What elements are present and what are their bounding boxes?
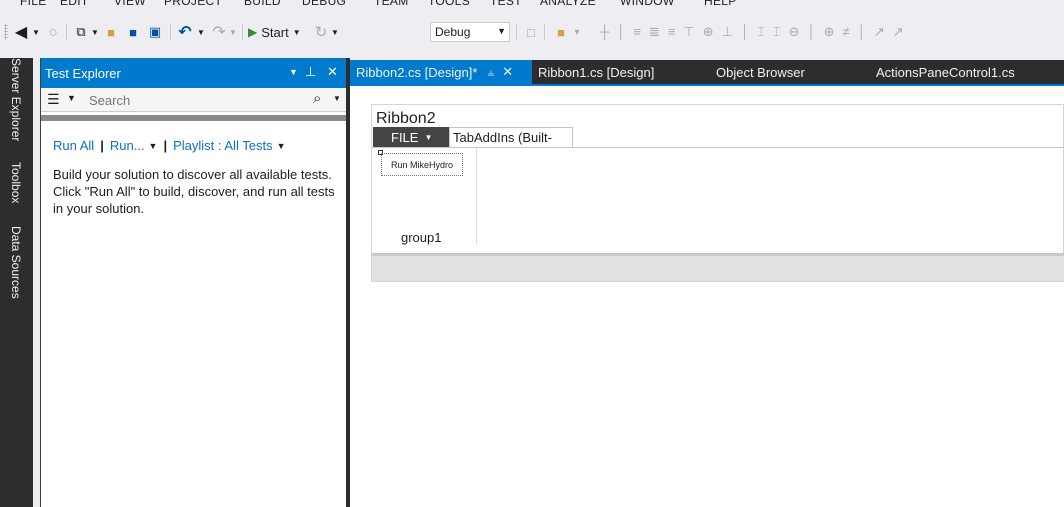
undo-icon[interactable]: ↶ bbox=[176, 22, 194, 42]
group-by-dropdown-icon[interactable]: ▼ bbox=[67, 93, 76, 103]
new-dropdown-icon[interactable]: ▼ bbox=[90, 22, 100, 42]
run-mikehydro-button[interactable]: Run MikeHydro bbox=[381, 153, 463, 176]
menu-view[interactable]: VIEW bbox=[114, 0, 146, 8]
tab-label: ActionsPaneControl1.cs bbox=[876, 64, 1015, 80]
standard-toolbar: ◀ ▼ ○ ⧉ ▼ ■ ■ ▣ ↶ ▼ ↷ ▼ ▶ Start ▼ ↻ ▼ De… bbox=[0, 12, 1064, 50]
test-explorer-title: Test Explorer bbox=[45, 65, 121, 81]
chevron-down-icon: ▼ bbox=[497, 26, 506, 36]
document-tab-strip: Ribbon2.cs [Design]* ⫨ ✕ Ribbon1.cs [Des… bbox=[350, 60, 1064, 84]
menu-project[interactable]: PROJECT bbox=[164, 0, 222, 8]
ribbon-file-tab[interactable]: FILE ▼ bbox=[373, 127, 449, 147]
menu-help[interactable]: HELP bbox=[704, 0, 737, 8]
overflow-icon[interactable]: ▾ bbox=[572, 22, 582, 42]
tab-object-browser[interactable]: Object Browser bbox=[716, 60, 826, 84]
menu-test[interactable]: TEST bbox=[490, 0, 522, 8]
search-input[interactable] bbox=[89, 92, 303, 108]
group-by-icon[interactable]: ☰ bbox=[47, 91, 60, 108]
tab-actions-pane-control[interactable]: ActionsPaneControl1.cs bbox=[876, 60, 1026, 84]
tab-ribbon1-design[interactable]: Ribbon1.cs [Design] bbox=[538, 60, 688, 84]
start-dropdown-icon: ▼ bbox=[292, 27, 301, 37]
menu-file[interactable]: FILE bbox=[20, 0, 47, 8]
tab-toolbox[interactable]: Toolbox bbox=[9, 162, 23, 203]
configuration-select[interactable]: Debug ▼ bbox=[430, 22, 510, 42]
menu-tools[interactable]: TOOLS bbox=[428, 0, 470, 8]
test-search-bar: ☰ ▼ ⌕ ▼ bbox=[41, 88, 347, 112]
menu-edit[interactable]: EDIT bbox=[60, 0, 89, 8]
test-explorer-titlebar[interactable]: Test Explorer ▼ ⊥ ✕ bbox=[41, 58, 347, 88]
playlist-dropdown-icon[interactable]: ▼ bbox=[277, 141, 286, 151]
back-dropdown-icon[interactable]: ▼ bbox=[30, 22, 42, 42]
redo-dropdown-icon[interactable]: ▼ bbox=[228, 22, 238, 42]
pin-icon[interactable]: ⊥ bbox=[305, 64, 316, 80]
tab-label: Ribbon2.cs [Design]* bbox=[356, 64, 478, 80]
menu-window[interactable]: WINDOW bbox=[620, 0, 674, 8]
ribbon-tab-addins[interactable]: TabAddIns (Built- bbox=[449, 127, 573, 147]
test-explorer-panel: Test Explorer ▼ ⊥ ✕ ☰ ▼ ⌕ ▼ Run All | Ru… bbox=[40, 58, 347, 507]
divider: | bbox=[100, 138, 104, 153]
tab-label: Object Browser bbox=[716, 64, 805, 80]
search-options-dropdown-icon[interactable]: ▼ bbox=[333, 94, 341, 103]
attach-icon[interactable]: ↻ bbox=[312, 22, 330, 42]
window-icon[interactable]: □ bbox=[522, 22, 540, 42]
new-project-icon[interactable]: ⧉ bbox=[72, 22, 90, 42]
start-button[interactable]: ▶ Start ▼ bbox=[248, 22, 312, 42]
menu-team[interactable]: TEAM bbox=[374, 0, 409, 8]
find-icon[interactable]: ■ bbox=[552, 22, 570, 42]
tab-data-sources[interactable]: Data Sources bbox=[9, 226, 23, 299]
save-all-icon[interactable]: ▣ bbox=[146, 22, 164, 42]
run-link[interactable]: Run... bbox=[110, 138, 145, 153]
start-label: Start bbox=[261, 24, 289, 40]
group-separator bbox=[476, 148, 477, 244]
run-dropdown-icon[interactable]: ▼ bbox=[149, 141, 158, 151]
forward-icon[interactable]: ○ bbox=[44, 22, 62, 42]
tab-ribbon2-design[interactable]: Ribbon2.cs [Design]* ⫨ ✕ bbox=[350, 60, 532, 84]
menu-build[interactable]: BUILD bbox=[244, 0, 281, 8]
menu-bar: FILE EDIT VIEW PROJECT BUILD DEBUG TEAM … bbox=[0, 0, 1064, 12]
configuration-value: Debug bbox=[435, 25, 471, 39]
ribbon-title: Ribbon2 bbox=[376, 110, 436, 127]
pin-icon[interactable]: ⫨ bbox=[487, 65, 494, 80]
back-icon[interactable]: ◀ bbox=[12, 22, 30, 42]
ribbon-footer bbox=[372, 253, 1064, 281]
search-icon[interactable]: ⌕ bbox=[313, 90, 321, 107]
toolbar-grip[interactable] bbox=[4, 24, 8, 40]
close-icon[interactable]: ✕ bbox=[502, 64, 513, 80]
file-tab-label: FILE bbox=[391, 129, 419, 145]
test-explorer-message: Build your solution to discover all avai… bbox=[53, 167, 335, 216]
close-icon[interactable]: ✕ bbox=[327, 64, 338, 80]
run-all-link[interactable]: Run All bbox=[53, 138, 94, 153]
run-links: Run All | Run... ▼ | Playlist : All Test… bbox=[53, 138, 285, 153]
tab-label: Ribbon1.cs [Design] bbox=[538, 64, 655, 80]
menu-analyze[interactable]: ANALYZE bbox=[540, 0, 596, 8]
save-icon[interactable]: ■ bbox=[124, 22, 142, 42]
group-label[interactable]: group1 bbox=[401, 230, 441, 245]
align-icons[interactable]: ┼│≡≣≡⊤⊕⊥│⌶⌶⊖│⊕≠│↗↗ bbox=[600, 22, 1020, 42]
playlist-link[interactable]: Playlist : All Tests bbox=[173, 138, 272, 153]
progress-bar bbox=[41, 115, 347, 121]
menu-debug[interactable]: DEBUG bbox=[302, 0, 346, 8]
undo-dropdown-icon[interactable]: ▼ bbox=[196, 22, 206, 42]
side-tab-strip: Server Explorer Toolbox Data Sources bbox=[0, 58, 33, 507]
attach-dropdown-icon[interactable]: ▼ bbox=[330, 22, 340, 42]
chevron-down-icon: ▼ bbox=[424, 132, 433, 142]
window-position-dropdown-icon[interactable]: ▼ bbox=[289, 67, 298, 77]
tab-server-explorer[interactable]: Server Explorer bbox=[9, 58, 23, 141]
open-folder-icon[interactable]: ■ bbox=[102, 22, 120, 42]
redo-icon[interactable]: ↷ bbox=[210, 22, 228, 42]
start-icon: ▶ bbox=[248, 25, 258, 39]
divider: | bbox=[163, 138, 168, 153]
